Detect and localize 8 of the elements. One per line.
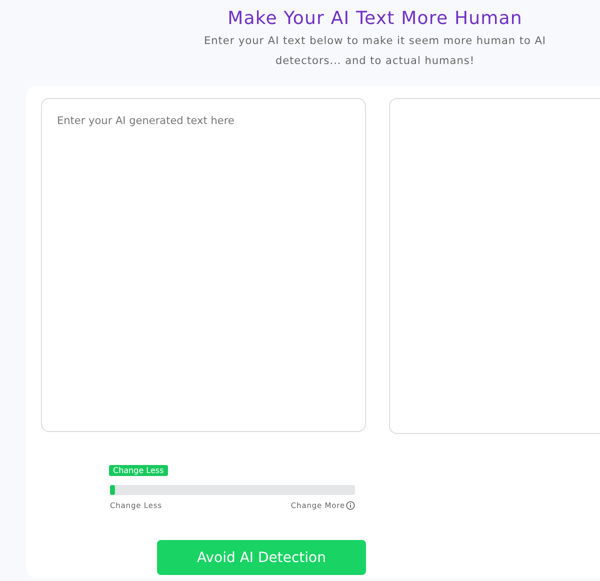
slider-track[interactable] (110, 485, 355, 495)
page-subtitle: Enter your AI text below to make it seem more human to AI detectors... and to actual humans! (202, 34, 548, 69)
page-title: Make Your AI Text More Human (228, 8, 522, 29)
info-icon[interactable] (346, 501, 355, 510)
slider-fill[interactable] (110, 485, 115, 495)
avoid-detection-button[interactable]: Avoid AI Detection (157, 540, 366, 575)
slider-tooltip: Change Less (109, 465, 168, 476)
input-field[interactable]: Enter your AI generated text here (41, 98, 366, 432)
